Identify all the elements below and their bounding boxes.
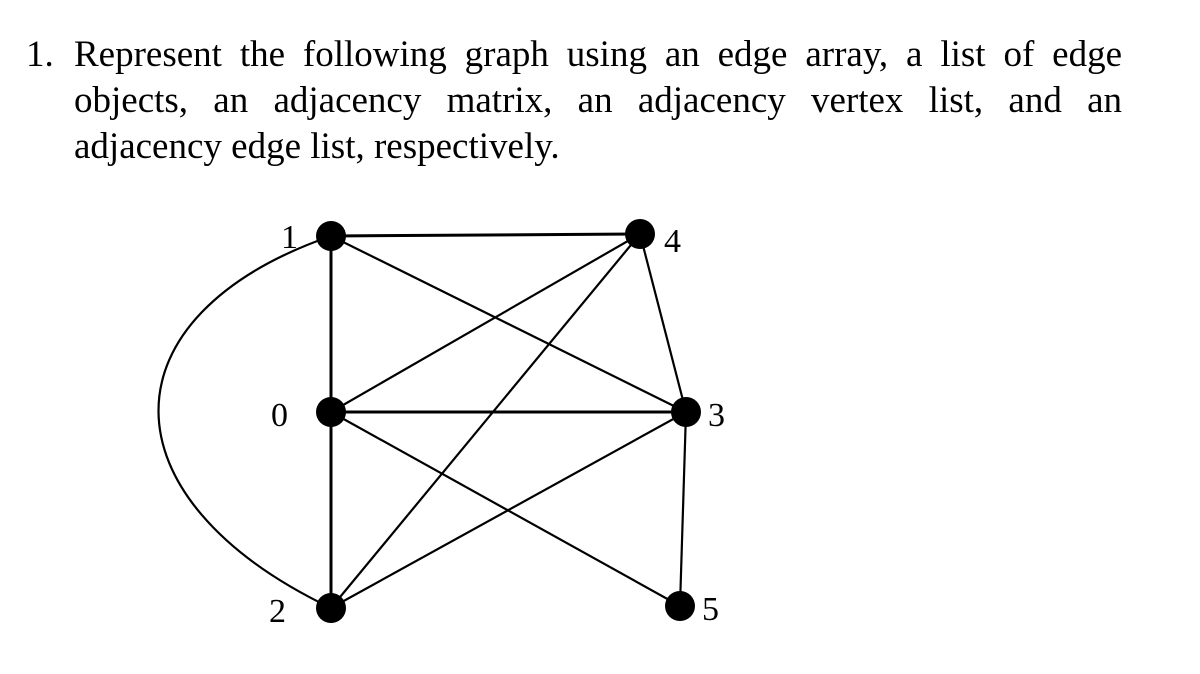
vertex-0 [316,397,346,427]
vertex-label-3: 3 [708,397,725,434]
graph-diagram: 0 1 2 3 4 5 [157,219,725,630]
edge-1-3 [330,235,687,413]
vertex-label-1: 1 [281,219,298,256]
vertex-label-0: 0 [271,397,288,434]
vertex-2 [316,593,346,623]
vertex-4 [625,219,655,249]
edge-1-2 [157,234,332,609]
vertex-label-4: 4 [664,223,681,260]
nodes-layer [316,219,701,623]
vertex-3 [671,397,701,427]
edge-4-0 [330,233,641,413]
vertex-label-5: 5 [702,591,719,628]
edge-4-3 [638,233,688,413]
edge-1-4 [330,232,641,238]
vertex-1 [316,221,346,251]
edge-3-5 [678,411,688,607]
edge-4-2 [330,233,641,609]
edges-layer [157,232,688,609]
vertex-5 [665,591,695,621]
edge-0-5 [330,411,681,607]
vertex-label-2: 2 [269,593,286,630]
